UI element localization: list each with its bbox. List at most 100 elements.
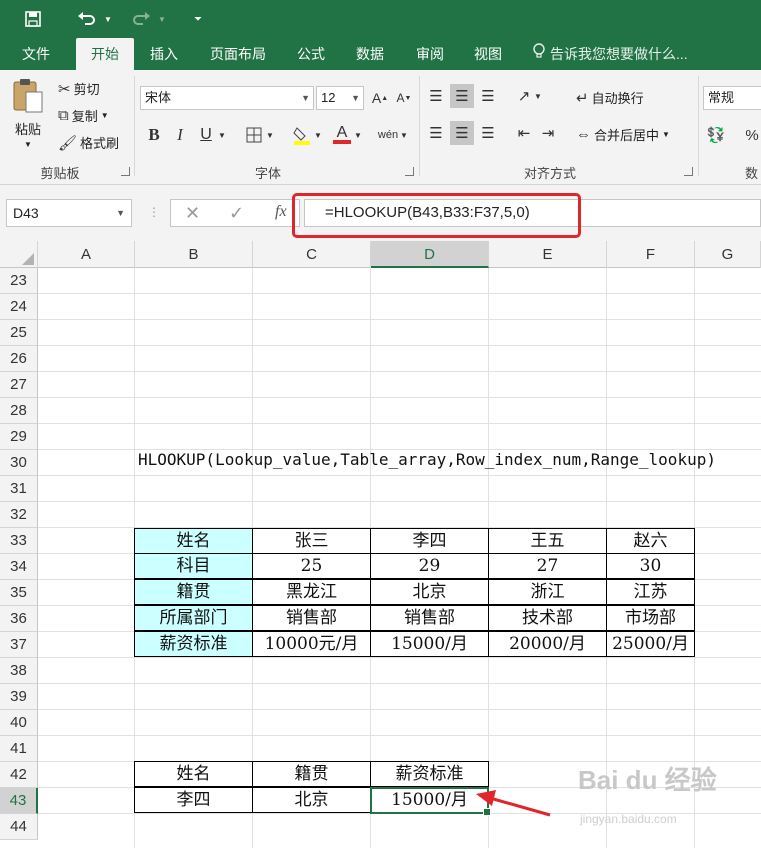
tab-data[interactable]: 数据 xyxy=(346,38,394,70)
align-left-icon[interactable]: ☰ xyxy=(424,121,448,145)
table-cell[interactable]: 30 xyxy=(606,553,695,579)
align-right-icon[interactable]: ☰ xyxy=(476,121,500,145)
copy-button[interactable]: ⧉ 复制 ▼ xyxy=(58,106,109,125)
row-header[interactable]: 42 xyxy=(0,762,38,788)
underline-dropdown-icon[interactable]: ▼ xyxy=(216,123,228,147)
table-cell-header[interactable]: 所属部门 xyxy=(134,605,253,631)
column-header-b[interactable]: B xyxy=(135,241,253,268)
cancel-icon[interactable]: ✕ xyxy=(185,203,200,224)
lookup-header-cell[interactable]: 姓名 xyxy=(134,761,253,787)
row-header[interactable]: 31 xyxy=(0,476,38,502)
table-cell[interactable]: 销售部 xyxy=(252,605,371,631)
font-color-icon[interactable]: A xyxy=(330,123,354,147)
orientation-dropdown-icon[interactable]: ▼ xyxy=(532,84,544,108)
table-cell[interactable]: 张三 xyxy=(252,528,371,554)
row-header[interactable]: 33 xyxy=(0,528,38,554)
paste-button[interactable]: 粘贴 ▼ xyxy=(10,76,46,149)
format-painter-button[interactable]: 🖌 格式刷 xyxy=(58,133,119,152)
row-header[interactable]: 38 xyxy=(0,658,38,684)
phonetic-guide-icon[interactable]: wén xyxy=(376,123,400,147)
table-cell[interactable]: 赵六 xyxy=(606,528,695,554)
row-header[interactable]: 28 xyxy=(0,398,38,424)
name-box[interactable]: D43 ▼ xyxy=(6,199,132,227)
row-header[interactable]: 30 xyxy=(0,450,38,476)
merge-center-button[interactable]: ⇔ 合并后居中 ▼ xyxy=(576,125,670,144)
row-header[interactable]: 32 xyxy=(0,502,38,528)
table-cell-header[interactable]: 科目 xyxy=(134,553,253,579)
increase-font-size-icon[interactable]: A ▲ xyxy=(368,86,392,110)
column-header-f[interactable]: F xyxy=(607,241,695,268)
lookup-value-cell[interactable]: 李四 xyxy=(134,787,253,813)
phonetic-dropdown-icon[interactable]: ▼ xyxy=(398,123,410,147)
row-header[interactable]: 29 xyxy=(0,424,38,450)
row-header[interactable]: 40 xyxy=(0,710,38,736)
row-header[interactable]: 39 xyxy=(0,684,38,710)
table-cell-header[interactable]: 姓名 xyxy=(134,528,253,554)
align-top-icon[interactable]: ☰ xyxy=(424,84,448,108)
align-bottom-icon[interactable]: ☰ xyxy=(476,84,500,108)
number-format-select[interactable]: 常规 xyxy=(703,86,761,110)
undo-icon[interactable] xyxy=(74,6,100,32)
undo-dropdown-icon[interactable]: ▼ xyxy=(102,6,114,32)
borders-dropdown-icon[interactable]: ▼ xyxy=(264,123,276,147)
align-middle-icon[interactable]: ☰ xyxy=(450,84,474,108)
table-cell[interactable]: 江苏 xyxy=(606,579,695,605)
column-header-a[interactable]: A xyxy=(38,241,135,268)
table-cell[interactable]: 27 xyxy=(488,553,607,579)
row-header[interactable]: 25 xyxy=(0,320,38,346)
select-all-button[interactable] xyxy=(0,241,38,268)
row-header[interactable]: 35 xyxy=(0,580,38,606)
table-cell[interactable]: 王五 xyxy=(488,528,607,554)
font-dialog-launcher[interactable] xyxy=(405,167,414,176)
table-cell-header[interactable]: 薪资标准 xyxy=(134,631,253,657)
italic-button[interactable]: I xyxy=(168,123,192,147)
row-header[interactable]: 41 xyxy=(0,736,38,762)
decrease-font-size-icon[interactable]: A ▼ xyxy=(392,86,416,110)
table-cell-header[interactable]: 籍贯 xyxy=(134,579,253,605)
row-header[interactable]: 37 xyxy=(0,632,38,658)
increase-indent-icon[interactable]: ⇥ xyxy=(536,121,560,145)
table-cell[interactable]: 技术部 xyxy=(488,605,607,631)
table-cell[interactable]: 25000/月 xyxy=(606,631,695,657)
table-cell[interactable]: 市场部 xyxy=(606,605,695,631)
lookup-value-cell[interactable]: 北京 xyxy=(252,787,371,813)
alignment-dialog-launcher[interactable] xyxy=(684,167,693,176)
column-header-e[interactable]: E xyxy=(489,241,607,268)
font-color-dropdown-icon[interactable]: ▼ xyxy=(352,123,364,147)
table-cell[interactable]: 北京 xyxy=(370,579,489,605)
table-cell[interactable]: 25 xyxy=(252,553,371,579)
tab-file[interactable]: 文件 xyxy=(10,38,62,70)
lookup-header-cell[interactable]: 籍贯 xyxy=(252,761,371,787)
row-header[interactable]: 23 xyxy=(0,268,38,294)
tab-review[interactable]: 审阅 xyxy=(406,38,454,70)
tab-view[interactable]: 视图 xyxy=(464,38,512,70)
accounting-format-icon[interactable]: 💱 xyxy=(704,123,728,147)
borders-icon[interactable] xyxy=(242,123,266,147)
fill-color-icon[interactable] xyxy=(290,123,314,147)
hlookup-syntax-text[interactable]: HLOOKUP(Lookup_value,Table_array,Row_ind… xyxy=(138,450,716,469)
customize-toolbar-icon[interactable]: ⏷ xyxy=(190,6,206,32)
align-center-icon[interactable]: ☰ xyxy=(450,121,474,145)
redo-dropdown-icon[interactable]: ▼ xyxy=(156,6,168,32)
row-header[interactable]: 27 xyxy=(0,372,38,398)
save-icon[interactable] xyxy=(20,6,46,32)
row-header[interactable]: 26 xyxy=(0,346,38,372)
wrap-text-button[interactable]: ↵ 自动换行 xyxy=(576,88,644,107)
table-cell[interactable]: 销售部 xyxy=(370,605,489,631)
font-name-select[interactable]: 宋体 ▼ xyxy=(140,86,314,110)
table-cell[interactable]: 10000元/月 xyxy=(252,631,371,657)
table-cell[interactable]: 黑龙江 xyxy=(252,579,371,605)
drag-handle-icon[interactable]: ⋮ xyxy=(148,205,160,219)
tab-insert[interactable]: 插入 xyxy=(138,38,190,70)
table-cell[interactable]: 浙江 xyxy=(488,579,607,605)
table-cell[interactable]: 20000/月 xyxy=(488,631,607,657)
column-header-d[interactable]: D xyxy=(371,241,489,268)
bold-button[interactable]: B xyxy=(142,123,166,147)
insert-function-icon[interactable]: fx xyxy=(275,203,287,221)
table-cell[interactable]: 29 xyxy=(370,553,489,579)
percent-style-icon[interactable]: % xyxy=(740,123,761,147)
row-header-selected[interactable]: 43 xyxy=(0,788,38,814)
row-header[interactable]: 34 xyxy=(0,554,38,580)
table-cell[interactable]: 15000/月 xyxy=(370,631,489,657)
enter-icon[interactable]: ✓ xyxy=(229,203,244,224)
